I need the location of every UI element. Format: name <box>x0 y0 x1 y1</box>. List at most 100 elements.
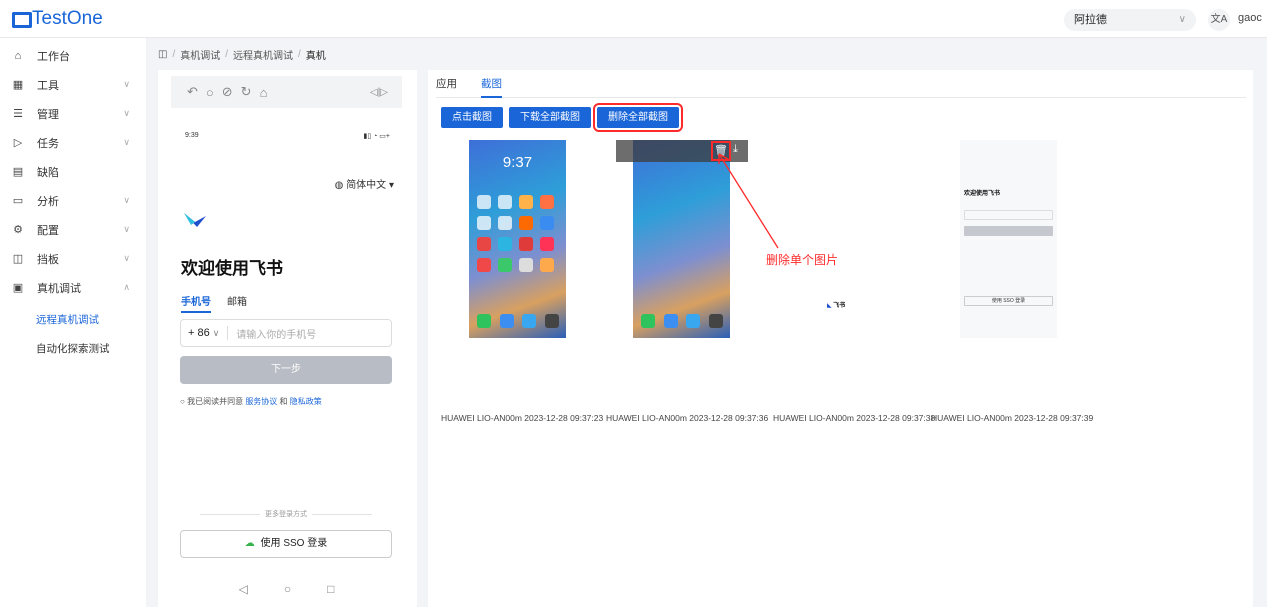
cloud-icon: ☁ <box>244 538 255 549</box>
chevron-down-icon: ∨ <box>1178 14 1186 25</box>
chevron-up-icon: ∧ <box>123 282 130 292</box>
breadcrumb-current: 真机 <box>305 51 326 62</box>
service-agreement-link[interactable]: 服务协议 <box>245 397 277 406</box>
sidebar-item-label: 任务 <box>37 137 59 150</box>
project-select-value: 阿拉德 <box>1074 14 1107 26</box>
brand-name: TestOne <box>32 8 103 29</box>
screenshot-caption: HUAWEI LIO-AN00m 2023-12-28 09:37:38 <box>773 413 936 423</box>
tabs: 应用 截图 <box>436 76 1246 98</box>
sidebar-item-label: 配置 <box>37 224 59 237</box>
tab-screenshots[interactable]: 截图 <box>481 76 502 98</box>
sidebar-item-tasks[interactable]: ▷ 任务 ∨ <box>0 128 146 157</box>
lock-icon[interactable]: ⌂ <box>260 85 268 100</box>
app-logo[interactable]: TestOne <box>12 8 103 30</box>
dock <box>477 314 559 328</box>
country-code[interactable]: + 86 <box>188 327 210 339</box>
thumbnail-title: 欢迎使用飞书 <box>964 191 1001 197</box>
sidebar-item-workbench[interactable]: ⌂ 工作台 <box>0 41 146 70</box>
privacy-policy-link[interactable]: 隐私政策 <box>290 397 322 406</box>
screenshot-thumbnail[interactable]: 9:37 <box>469 140 566 338</box>
tab-phone[interactable]: 手机号 <box>181 293 211 313</box>
delete-all-button[interactable]: 删除全部截图 <box>593 103 683 132</box>
feishu-logo-icon: ◣ <box>827 303 832 309</box>
download-all-button[interactable]: 下载全部截图 <box>509 107 591 128</box>
main-panel: 应用 截图 点击截图 下载全部截图 删除全部截图 9:37 HUAWEI LIO… <box>428 70 1253 607</box>
screenshot-thumbnail[interactable]: 欢迎使用飞书 使用 SSO 登录 <box>960 140 1057 338</box>
nav-home-icon[interactable]: ○ <box>284 582 291 596</box>
status-time: 9:39 <box>185 132 199 139</box>
sidebar-item-label: 真机调试 <box>37 282 81 295</box>
home-icon[interactable]: ○ <box>206 85 214 100</box>
sidebar-item-defects[interactable]: ▤ 缺陷 <box>0 157 146 186</box>
radio-icon[interactable]: ○ <box>180 397 185 406</box>
logo-icon <box>12 11 32 28</box>
phone-input-placeholder: 请输入你的手机号 <box>236 329 317 341</box>
calendar-icon: ▭ <box>12 194 24 207</box>
user-name[interactable]: gaoc <box>1238 12 1262 24</box>
chevron-down-icon: ∨ <box>123 224 130 234</box>
language-label: 简体中文 <box>346 180 387 191</box>
nav-back-icon[interactable]: ◁ <box>239 582 248 596</box>
phone-number-field[interactable]: + 86 ∨ 请输入你的手机号 <box>180 319 392 347</box>
list-icon: ☰ <box>13 107 23 120</box>
sidebar-item-tools[interactable]: ▦ 工具 ∨ <box>0 70 146 99</box>
sidebar-item-label: 管理 <box>37 108 59 121</box>
app-grid <box>477 195 559 272</box>
back-icon[interactable]: ↶ <box>187 84 198 100</box>
project-select[interactable]: 阿拉德 ∨ <box>1064 9 1196 31</box>
chevron-down-icon: ∨ <box>123 108 130 118</box>
screenshot-actions: 点击截图 下载全部截图 删除全部截图 <box>441 103 683 132</box>
thumbnail-sso: 使用 SSO 登录 <box>964 296 1053 306</box>
sidebar-item-analysis[interactable]: ▭ 分析 ∨ <box>0 186 146 215</box>
sidebar-item-manage[interactable]: ☰ 管理 ∨ <box>0 99 146 128</box>
tab-apps[interactable]: 应用 <box>436 76 457 98</box>
dock <box>641 314 723 328</box>
language-switch[interactable]: ◍ 简体中文 ▾ <box>335 176 394 191</box>
sidebar-subitem-auto-explore[interactable]: 自动化探索测试 <box>36 341 110 356</box>
breadcrumb: ◫ / 真机调试 / 远程真机调试 / 真机 <box>158 47 326 62</box>
phone-toolbar: ↶ ○ ⊘ ↻ ⌂ ◁|▷ <box>171 76 402 108</box>
take-screenshot-button[interactable]: 点击截图 <box>441 107 503 128</box>
phone-panel: ↶ ○ ⊘ ↻ ⌂ ◁|▷ 9:39 ▮▯ ◔ ▭+ ◍ 简体中文 ▾ 欢迎使用… <box>158 70 417 607</box>
thumbnail-app-name: 飞书 <box>833 303 846 309</box>
stop-icon[interactable]: ⊘ <box>222 84 233 100</box>
board-icon: ◫ <box>12 252 24 265</box>
home-icon: ⌂ <box>14 49 22 62</box>
bug-icon: ▤ <box>12 165 24 178</box>
screenshot-caption: HUAWEI LIO-AN00m 2023-12-28 09:37:36 <box>606 413 769 423</box>
top-bar: TestOne 阿拉德 ∨ 文A gaoc <box>0 0 1267 38</box>
sidebar-subitem-remote-debug[interactable]: 远程真机调试 <box>36 312 99 327</box>
breadcrumb-item[interactable]: 远程真机调试 <box>233 47 293 62</box>
sidebar-item-label: 挡板 <box>37 253 59 266</box>
sidebar-item-mock[interactable]: ◫ 挡板 ∨ <box>0 244 146 273</box>
sidebar-item-label: 工具 <box>37 79 59 92</box>
screenshot-caption: HUAWEI LIO-AN00m 2023-12-28 09:37:39 <box>931 413 1094 423</box>
translate-icon[interactable]: 文A <box>1208 9 1230 31</box>
caret-down-icon: ▾ <box>388 180 394 191</box>
next-button[interactable]: 下一步 <box>180 356 392 384</box>
grid-icon: ▦ <box>12 78 24 91</box>
more-login-divider: 更多登录方式 <box>180 509 392 519</box>
sidebar-item-config[interactable]: ⚙ 配置 ∨ <box>0 215 146 244</box>
sidebar-item-device-debug[interactable]: ▣ 真机调试 ∧ <box>0 273 146 302</box>
breadcrumb-item[interactable]: 真机调试 <box>180 47 220 62</box>
refresh-icon[interactable]: ↻ <box>241 84 252 100</box>
chevron-down-icon: ∨ <box>123 79 130 89</box>
chevron-down-icon: ∨ <box>123 137 130 147</box>
agreement-row[interactable]: ○ 我已阅读并同意 服务协议 和 隐私政策 <box>180 396 322 407</box>
feishu-logo-icon <box>184 213 206 227</box>
tab-email[interactable]: 邮箱 <box>227 293 247 313</box>
phone-screen[interactable]: 9:39 ▮▯ ◔ ▭+ ◍ 简体中文 ▾ 欢迎使用飞书 手机号 邮箱 + 86… <box>171 124 402 579</box>
volume-icon[interactable]: ◁|▷ <box>370 87 388 98</box>
sso-login-button[interactable]: ☁ 使用 SSO 登录 <box>180 530 392 558</box>
battery-icon: ▮▯ ◔ ▭+ <box>363 133 390 140</box>
nav-recent-icon[interactable]: □ <box>327 582 334 596</box>
annotation-label: 删除单个图片 <box>766 253 839 267</box>
phone-nav-bar: ◁ ○ □ <box>171 582 402 596</box>
sidebar-item-label: 缺陷 <box>37 166 59 179</box>
device-icon: ◫ <box>158 49 168 60</box>
globe-icon: ◍ <box>334 180 344 191</box>
screenshot-thumbnail[interactable]: ◣ 飞书 <box>793 140 890 338</box>
device-icon: ▣ <box>12 281 24 294</box>
play-icon: ▷ <box>13 136 23 149</box>
